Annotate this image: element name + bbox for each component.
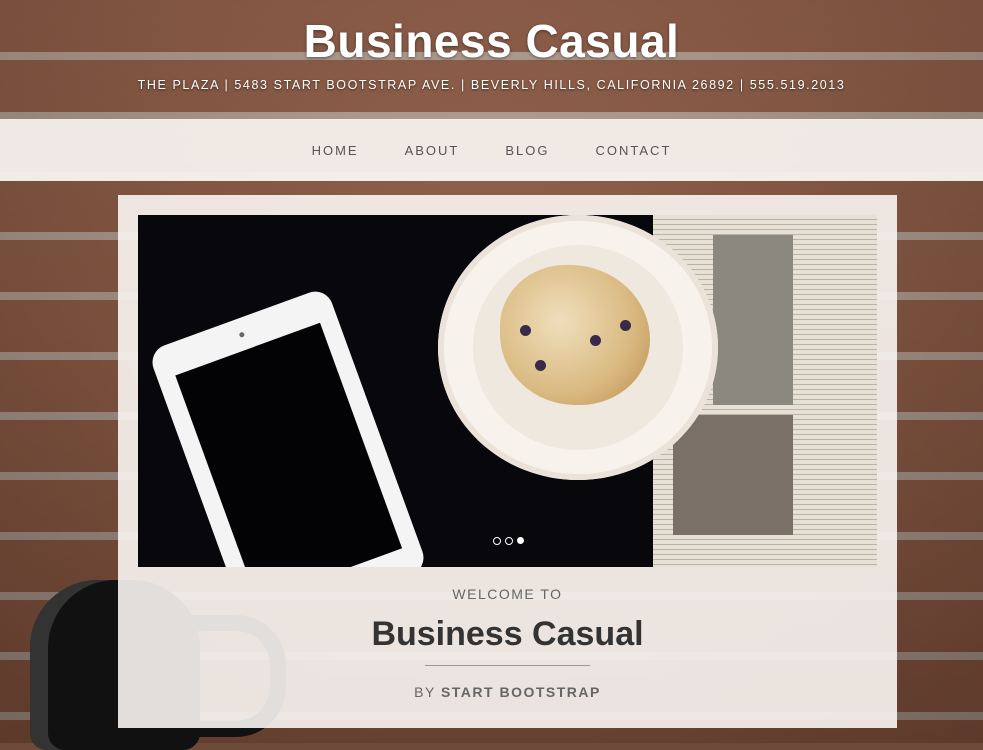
- byline-prefix: BY: [414, 684, 436, 700]
- newspaper-photo: [673, 415, 793, 535]
- nav-item-contact[interactable]: CONTACT: [596, 143, 672, 158]
- divider: [425, 665, 590, 666]
- carousel-indicators: [493, 537, 524, 545]
- carousel-tablet-image: [147, 286, 429, 567]
- newspaper-photo: [713, 235, 793, 405]
- berry: [590, 335, 601, 346]
- nav-item-about[interactable]: ABOUT: [405, 143, 460, 158]
- site-brand[interactable]: Business Casual: [0, 14, 983, 68]
- main-nav: HOME ABOUT BLOG CONTACT: [0, 119, 983, 181]
- carousel-indicator-3[interactable]: [517, 537, 524, 544]
- welcome-heading: WELCOME TO: [452, 586, 563, 602]
- nav-item-blog[interactable]: BLOG: [505, 143, 549, 158]
- berry: [520, 325, 531, 336]
- berry: [535, 360, 546, 371]
- carousel-indicator-1[interactable]: [493, 537, 501, 545]
- carousel-plate-image: [438, 215, 718, 480]
- tablet-camera: [238, 331, 246, 338]
- image-carousel[interactable]: [138, 215, 877, 567]
- carousel-indicator-2[interactable]: [505, 537, 513, 545]
- intro-box: WELCOME TO Business Casual BY START BOOT…: [118, 195, 897, 728]
- site-address: THE PLAZA | 5483 START BOOTSTRAP AVE. | …: [137, 78, 846, 92]
- intro-title: Business Casual: [371, 615, 644, 653]
- tablet-screen: [175, 322, 403, 567]
- byline-name: START BOOTSTRAP: [440, 684, 601, 700]
- berry: [620, 320, 631, 331]
- nav-item-home[interactable]: HOME: [312, 143, 359, 158]
- byline: BY START BOOTSTRAP: [118, 684, 897, 700]
